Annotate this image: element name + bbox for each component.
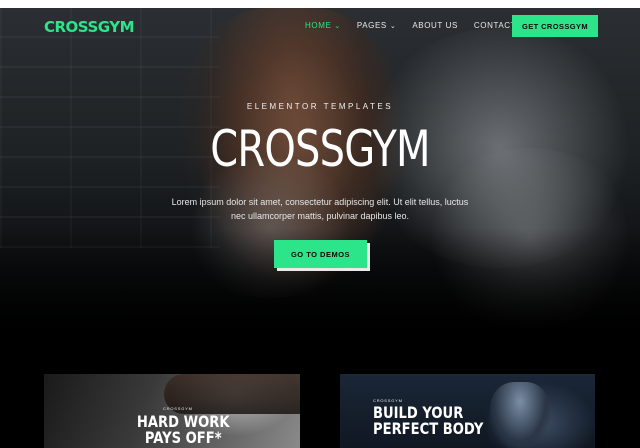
nav-item-label: ABOUT US <box>412 21 458 30</box>
card-title: HARD WORK PAYS OFF* <box>136 412 230 447</box>
card-kicker: CROSSGYM <box>163 406 193 411</box>
go-to-demos-button[interactable]: GO TO DEMOS <box>274 240 367 268</box>
chevron-down-icon: ⌄ <box>334 22 341 30</box>
hero-eyebrow: ELEMENTOR TEMPLATES <box>246 102 394 111</box>
promo-card-perfect-body[interactable]: CROSSGYM BUILD YOUR PERFECT BODY <box>340 374 595 448</box>
chevron-down-icon: ⌄ <box>389 22 397 30</box>
nav-item-about-us[interactable]: ABOUT US <box>412 21 458 30</box>
card-photo <box>490 382 550 448</box>
browser-top-strip <box>0 0 640 8</box>
site-logo[interactable]: CROSSGYM <box>44 18 135 36</box>
hero-lead-text: Lorem ipsum dolor sit amet, consectetur … <box>171 197 469 221</box>
hero-title: CROSSGYM <box>210 120 430 178</box>
hero-section <box>0 8 640 348</box>
main-nav: HOME ⌄ PAGES ⌄ ABOUT US CONTACT US <box>305 21 531 30</box>
promo-card-hard-work[interactable]: CROSSGYM HARD WORK PAYS OFF* <box>44 374 300 448</box>
card-title: BUILD YOUR PERFECT BODY <box>373 403 484 438</box>
nav-item-home[interactable]: HOME ⌄ <box>305 21 341 30</box>
get-crossgym-button[interactable]: GET CROSSGYM <box>512 15 598 37</box>
nav-item-label: PAGES <box>356 21 387 30</box>
nav-item-label: HOME <box>305 21 332 30</box>
nav-item-pages[interactable]: PAGES ⌄ <box>357 21 396 30</box>
